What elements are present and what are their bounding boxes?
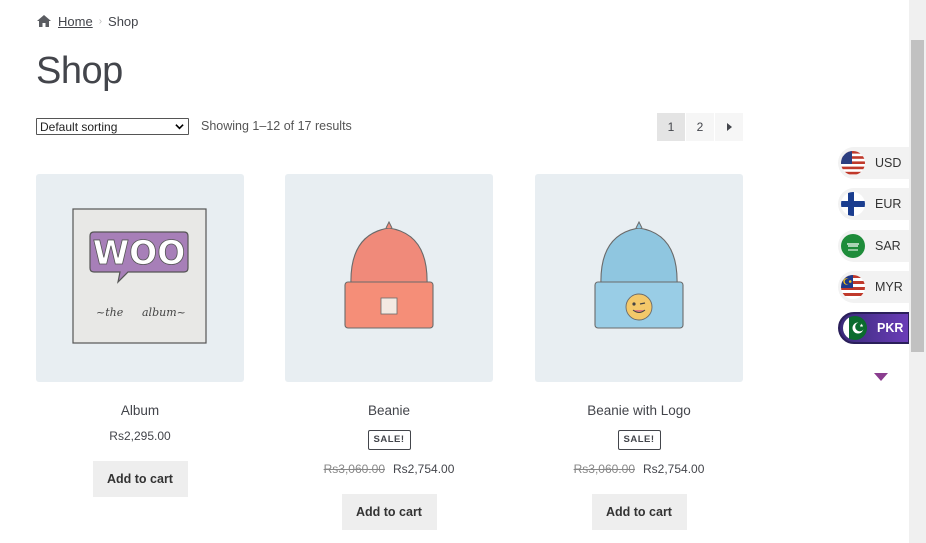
next-page-button[interactable] (715, 113, 743, 141)
scrollbar-thumb[interactable] (911, 40, 924, 352)
vertical-scrollbar[interactable] (909, 0, 926, 543)
pagination: 1 2 (657, 113, 744, 141)
currency-code: EUR (875, 197, 902, 211)
currency-option-myr[interactable]: MYR (838, 271, 910, 303)
product-price: Rs3,060.00 Rs2,754.00 (285, 462, 493, 478)
svg-text:WOO: WOO (93, 233, 186, 272)
currency-code: SAR (875, 239, 901, 253)
fi-flag-icon (841, 192, 865, 216)
product-image-album[interactable]: WOO ~the album~ (36, 174, 244, 382)
my-flag-icon (841, 275, 865, 299)
chevron-down-icon[interactable] (873, 372, 889, 382)
svg-text:album~: album~ (142, 306, 186, 319)
product-card-album: WOO ~the album~ Album Rs2,295.00 Add to … (36, 174, 244, 497)
home-icon (36, 14, 52, 28)
sale-badge: SALE! (367, 430, 411, 450)
sort-select[interactable]: Default sorting (36, 118, 189, 135)
page-1-button[interactable]: 1 (657, 113, 685, 141)
breadcrumb-current: Shop (108, 13, 139, 29)
regular-price: Rs3,060.00 (323, 461, 385, 476)
currency-option-usd[interactable]: USD (838, 147, 910, 179)
product-name[interactable]: Album (36, 403, 244, 421)
currency-code: PKR (877, 321, 904, 335)
product-price: Rs3,060.00 Rs2,754.00 (535, 462, 743, 478)
page-2-button[interactable]: 2 (686, 113, 714, 141)
currency-code: USD (875, 156, 902, 170)
sa-flag-icon (841, 234, 865, 258)
sale-badge: SALE! (617, 430, 661, 450)
product-card-beanie: Beanie SALE! Rs3,060.00 Rs2,754.00 Add to… (285, 174, 493, 530)
product-image-beanie[interactable] (285, 174, 493, 382)
pk-flag-icon (843, 316, 867, 340)
result-count: Showing 1–12 of 17 results (201, 119, 352, 133)
breadcrumb: Home › Shop (36, 12, 138, 30)
us-flag-icon (841, 151, 865, 175)
svg-text:~the: ~the (96, 306, 124, 319)
add-to-cart-button[interactable]: Add to cart (591, 493, 687, 530)
breadcrumb-home-link[interactable]: Home (58, 14, 93, 29)
sale-price: Rs2,754.00 (393, 461, 455, 476)
product-price-value: Rs2,295.00 (109, 429, 171, 443)
add-to-cart-button[interactable]: Add to cart (341, 493, 437, 530)
product-image-beanie-with-logo[interactable] (535, 174, 743, 382)
sort-select-value: Default sorting (40, 119, 118, 134)
arrow-right-icon (727, 123, 732, 131)
currency-option-pkr[interactable]: PKR (838, 312, 910, 344)
currency-option-eur[interactable]: EUR (838, 188, 910, 220)
product-name[interactable]: Beanie (285, 403, 493, 421)
sale-price: Rs2,754.00 (643, 461, 705, 476)
page-title: Shop (36, 50, 123, 92)
add-to-cart-button[interactable]: Add to cart (92, 461, 188, 497)
currency-option-sar[interactable]: SAR (838, 230, 910, 262)
regular-price: Rs3,060.00 (573, 461, 635, 476)
product-card-beanie-with-logo: Beanie with Logo SALE! Rs3,060.00 Rs2,754… (535, 174, 743, 530)
chevron-down-icon (175, 124, 184, 130)
currency-code: MYR (875, 280, 903, 294)
product-price: Rs2,295.00 (36, 429, 244, 445)
breadcrumb-separator-icon: › (98, 15, 103, 27)
product-name[interactable]: Beanie with Logo (535, 403, 743, 421)
